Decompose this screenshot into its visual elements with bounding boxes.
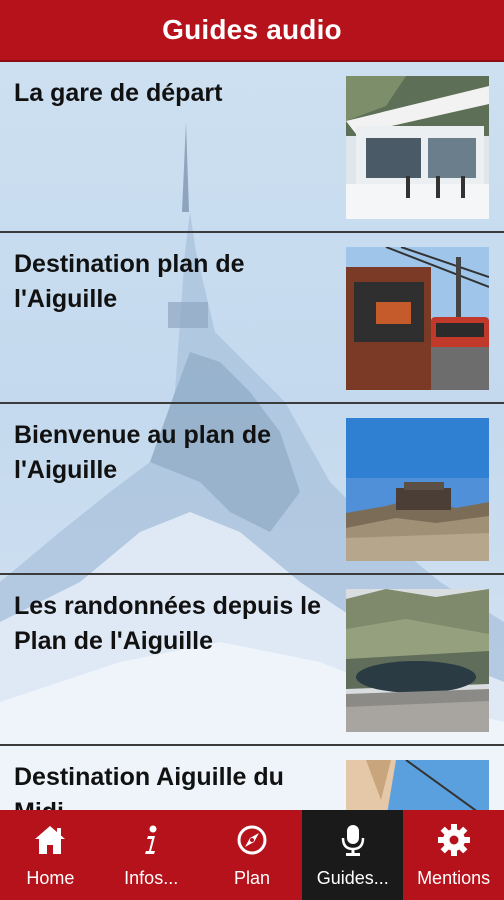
app: Guides audio La gare de départ Destinati… [0,0,504,900]
page-title: Guides audio [162,14,342,45]
microphone-icon [333,820,373,860]
tab-guides[interactable]: Guides... [302,810,404,900]
guide-item-destination-plan[interactable]: Destination plan de l'Aiguille [0,233,504,404]
guide-thumbnail-summit-station [346,418,489,561]
guide-item-randonnees[interactable]: Les randonnées depuis le Plan de l'Aigui… [0,575,504,746]
tab-label: Guides... [316,868,389,888]
tab-label: Mentions [417,868,491,888]
guide-thumbnail-cable-car [346,247,489,390]
guide-thumbnail-station [346,76,489,219]
tab-label: Infos... [124,868,179,888]
guide-title: Bienvenue au plan de l'Aiguille [14,421,272,484]
guide-item-bienvenue-plan[interactable]: Bienvenue au plan de l'Aiguille [0,404,504,575]
guide-title: Les randonnées depuis le Plan de l'Aigui… [14,592,322,655]
tab-home[interactable]: Home [0,810,101,900]
app-header: Guides audio [0,0,504,62]
guide-item-gare-depart[interactable]: La gare de départ [0,62,504,233]
compass-icon [232,820,272,860]
guide-thumbnail-lake [346,589,489,732]
tab-label: Plan [233,868,270,888]
info-icon [131,820,171,860]
home-icon [30,820,70,860]
guide-title: Destination plan de l'Aiguille [14,250,245,313]
guide-item-aiguille-midi[interactable]: Destination Aiguille du Midi [0,746,504,810]
guide-thumbnail-aiguille-midi [346,760,489,810]
tab-plan[interactable]: Plan [202,810,303,900]
gear-icon [434,820,474,860]
guide-title: La gare de départ [14,79,223,107]
bottom-tab-bar: Home Infos... Plan Guides... Mentions [0,810,504,900]
tab-label: Home [26,868,75,888]
guide-title: Destination Aiguille du Midi [14,763,284,810]
tab-infos[interactable]: Infos... [101,810,202,900]
tab-mentions[interactable]: Mentions [403,810,504,900]
guides-list[interactable]: La gare de départ Destination plan de l'… [0,62,504,810]
